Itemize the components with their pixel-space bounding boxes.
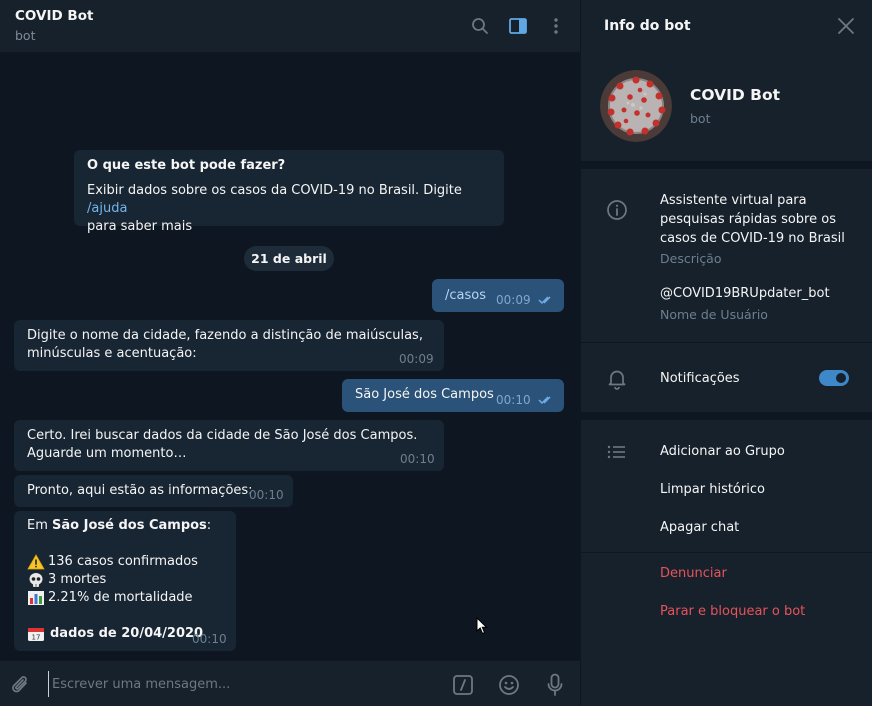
info-panel-title: Info do bot bbox=[604, 18, 691, 34]
delete-chat-action[interactable]: Apagar chat bbox=[660, 520, 739, 535]
report-action[interactable]: Denunciar bbox=[660, 566, 727, 581]
stats-deaths: 3 mortes bbox=[48, 572, 107, 587]
message-incoming-stats[interactable]: Em São José dos Campos: 136 casos confir… bbox=[14, 511, 236, 651]
bot-username[interactable]: @COVID19BRUpdater_bot bbox=[660, 286, 830, 301]
bot-avatar[interactable] bbox=[600, 70, 672, 142]
stats-prefix: Em bbox=[27, 518, 53, 533]
message-text: Digite o nome da cidade, fazendo a disti… bbox=[27, 327, 423, 363]
info-icon bbox=[606, 199, 628, 221]
stats-date: dados de 20/04/2020 bbox=[50, 626, 204, 641]
message-outgoing[interactable]: São José dos Campos 00:10 bbox=[342, 379, 564, 412]
emoji-icon[interactable] bbox=[497, 673, 521, 697]
message-time: 00:09 bbox=[496, 293, 531, 307]
chat-header[interactable]: COVID Bot bot bbox=[0, 0, 580, 53]
chat-status: bot bbox=[15, 28, 36, 43]
warning-emoji bbox=[27, 554, 45, 570]
bot-intro-text: Exibir dados sobre os casos da COVID-19 … bbox=[87, 182, 492, 236]
message-text: Pronto, aqui estão as informações: bbox=[27, 483, 253, 498]
message-line: minúsculas e acentuação: bbox=[27, 346, 197, 361]
toggle-knob bbox=[834, 371, 848, 385]
message-outgoing[interactable]: /casos 00:09 bbox=[432, 279, 564, 312]
stats-heading: Em São José dos Campos: bbox=[27, 517, 211, 535]
username-label: Nome de Usuário bbox=[660, 307, 768, 322]
stop-and-block-bot-action[interactable]: Parar e bloquear o bot bbox=[660, 604, 805, 619]
notifications-toggle[interactable] bbox=[819, 370, 849, 386]
message-time: 00:10 bbox=[192, 632, 227, 646]
bot-info-panel: Info do bot COVID Bot bot Assistente vir… bbox=[580, 0, 872, 706]
stats-mortality-row: 2.21% de mortalidade bbox=[27, 589, 193, 607]
more-vertical-icon[interactable] bbox=[544, 14, 568, 38]
section-separator bbox=[581, 342, 872, 343]
svg-text:17: 17 bbox=[32, 634, 41, 642]
chat-pane: COVID Bot bot O que este bot pode fazer?… bbox=[0, 0, 580, 706]
bot-intro-title: O que este bot pode fazer? bbox=[87, 158, 286, 173]
read-ticks-icon bbox=[538, 396, 551, 405]
stats-suffix: : bbox=[206, 518, 212, 533]
message-composer bbox=[0, 660, 580, 706]
bot-intro-body-end: para saber mais bbox=[87, 219, 193, 234]
attach-icon[interactable] bbox=[9, 673, 33, 697]
mouse-cursor bbox=[476, 617, 488, 635]
message-time: 00:10 bbox=[400, 452, 435, 466]
bot-intro-body: Exibir dados sobre os casos da COVID-19 … bbox=[87, 183, 462, 198]
bell-icon bbox=[606, 368, 628, 390]
help-command-link[interactable]: /ajuda bbox=[87, 201, 127, 216]
message-incoming[interactable]: Certo. Irei buscar dados da cidade de Sã… bbox=[14, 420, 444, 471]
stats-date-row: 17 dados de 20/04/2020 bbox=[27, 625, 203, 643]
message-text: São José dos Campos bbox=[355, 387, 494, 402]
message-incoming[interactable]: Pronto, aqui estão as informações: 00:10 bbox=[14, 475, 293, 507]
message-text: /casos bbox=[445, 288, 486, 303]
clear-history-action[interactable]: Limpar histórico bbox=[660, 482, 765, 497]
description-line: pesquisas rápidas sobre os bbox=[660, 212, 836, 227]
bot-description: Assistente virtual para pesquisas rápidas… bbox=[660, 191, 850, 248]
stats-city: São José dos Campos bbox=[52, 518, 207, 533]
close-icon[interactable] bbox=[836, 16, 856, 36]
stats-confirmed: 136 casos confirmados bbox=[48, 554, 198, 569]
list-icon bbox=[606, 441, 628, 463]
message-line: Aguarde um momento… bbox=[27, 446, 187, 461]
description-line: casos de COVID-19 no Brasil bbox=[660, 231, 845, 246]
read-ticks-icon bbox=[538, 296, 551, 305]
message-input[interactable] bbox=[48, 671, 438, 697]
message-incoming[interactable]: Digite o nome da cidade, fazendo a disti… bbox=[14, 320, 444, 371]
calendar-emoji: 17 bbox=[28, 628, 44, 642]
microphone-icon[interactable] bbox=[543, 673, 567, 697]
bot-type-label: bot bbox=[690, 111, 711, 126]
message-line: Certo. Irei buscar dados da cidade de Sã… bbox=[27, 428, 418, 443]
description-label: Descrição bbox=[660, 251, 722, 266]
section-divider bbox=[581, 412, 872, 420]
virus-avatar-image bbox=[600, 70, 672, 142]
message-time: 00:10 bbox=[496, 393, 531, 407]
add-to-group-action[interactable]: Adicionar ao Grupo bbox=[660, 444, 785, 459]
skull-emoji bbox=[29, 573, 43, 587]
description-line: Assistente virtual para bbox=[660, 193, 807, 208]
message-text: Certo. Irei buscar dados da cidade de Sã… bbox=[27, 427, 417, 463]
notifications-label: Notificações bbox=[660, 371, 740, 386]
stats-deaths-row: 3 mortes bbox=[27, 571, 106, 589]
date-separator: 21 de abril bbox=[244, 246, 334, 271]
search-icon[interactable] bbox=[468, 14, 492, 38]
chart-emoji bbox=[28, 591, 44, 605]
message-time: 00:10 bbox=[249, 488, 284, 502]
section-separator bbox=[581, 552, 872, 553]
section-divider bbox=[581, 161, 872, 169]
sidebar-toggle-icon[interactable] bbox=[506, 14, 530, 38]
bot-intro-card: O que este bot pode fazer? Exibir dados … bbox=[74, 150, 504, 234]
stats-mortality: 2.21% de mortalidade bbox=[48, 590, 193, 605]
chat-title[interactable]: COVID Bot bbox=[15, 8, 93, 24]
message-time: 00:09 bbox=[399, 352, 434, 366]
bot-name: COVID Bot bbox=[690, 86, 781, 104]
commands-icon[interactable] bbox=[451, 673, 475, 697]
message-line: Digite o nome da cidade, fazendo a disti… bbox=[27, 328, 423, 343]
stats-confirmed-row: 136 casos confirmados bbox=[27, 553, 198, 571]
